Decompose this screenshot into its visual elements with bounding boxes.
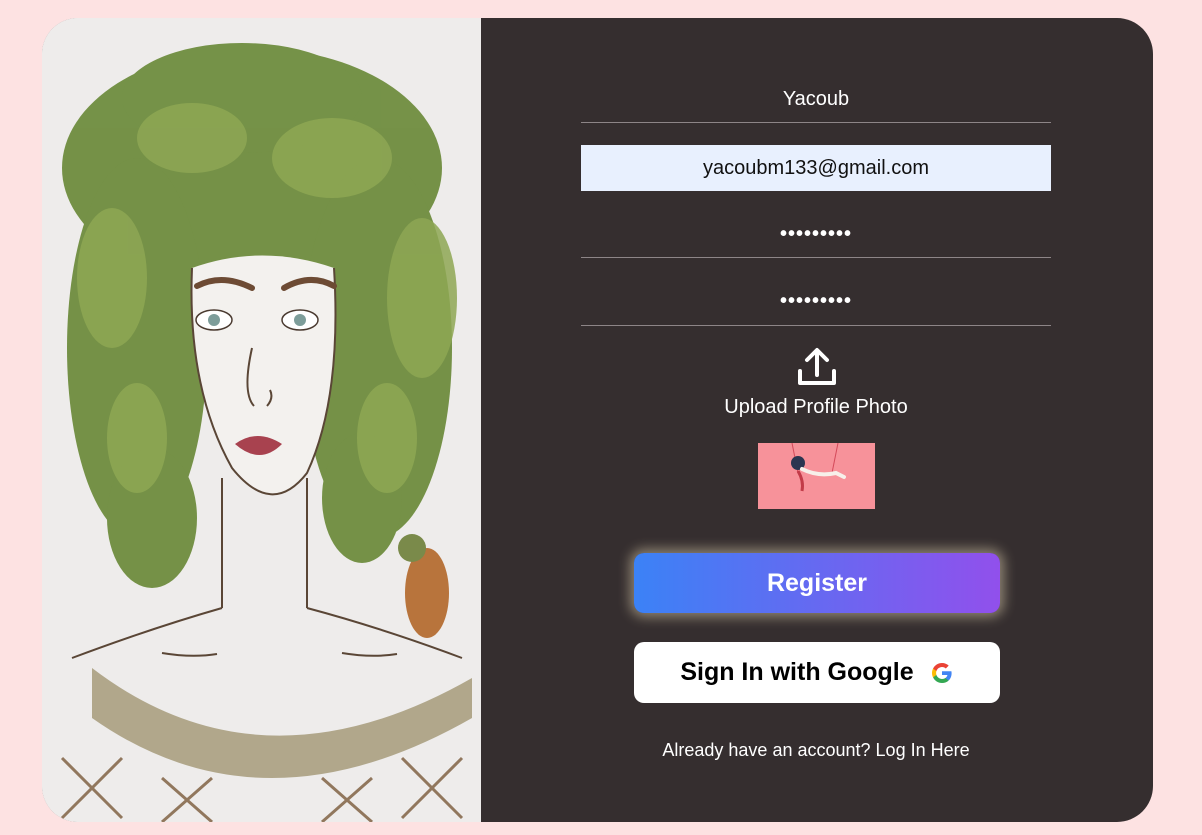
login-link[interactable]: Log In Here — [876, 740, 970, 760]
google-icon — [930, 661, 954, 685]
profile-photo-preview — [758, 442, 875, 509]
login-prompt: Already have an account? Log In Here — [581, 740, 1051, 761]
upload-profile-photo-label[interactable]: Upload Profile Photo — [681, 396, 951, 419]
register-button[interactable]: Register — [634, 553, 1000, 613]
upload-icon[interactable] — [797, 345, 837, 387]
name-field[interactable]: Yacoub — [581, 86, 1051, 123]
google-sign-in-label: Sign In with Google — [680, 658, 914, 686]
register-card: Yacoub yacoubm133@gmail.com ••••••••• ••… — [42, 18, 1153, 822]
register-form: Yacoub yacoubm133@gmail.com ••••••••• ••… — [481, 18, 1153, 822]
login-prompt-text: Already have an account? — [662, 740, 871, 760]
confirm-password-field[interactable]: ••••••••• — [581, 281, 1051, 326]
email-field[interactable]: yacoubm133@gmail.com — [581, 145, 1051, 191]
leaf-portrait-illustration — [42, 18, 481, 822]
google-sign-in-button[interactable]: Sign In with Google — [634, 642, 1000, 703]
password-field[interactable]: ••••••••• — [581, 214, 1051, 258]
